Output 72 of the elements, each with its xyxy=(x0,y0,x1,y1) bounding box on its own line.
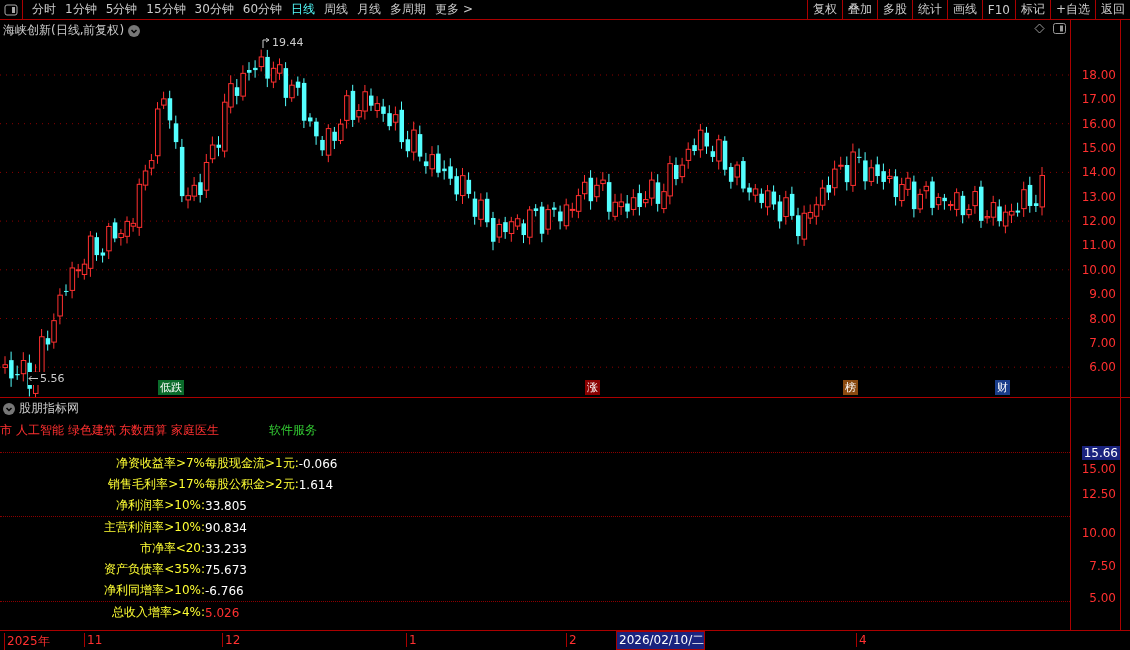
period-tab[interactable]: 日线 xyxy=(291,1,316,18)
indicator-title: 股朋指标网 xyxy=(19,400,79,417)
value-label: 12.50 xyxy=(1081,487,1116,501)
period-tab[interactable]: 多周期 xyxy=(390,1,427,18)
price-label: 18.00 xyxy=(1081,68,1116,82)
indicator-label: 市净率<20: xyxy=(138,540,205,557)
period-tab[interactable]: 30分钟 xyxy=(194,1,234,18)
signal-tag: 榜 xyxy=(843,380,858,395)
indicator-label: 资产负债率<35%: xyxy=(103,561,205,578)
panel-toggle-icon[interactable] xyxy=(1053,23,1066,34)
price-label: 9.00 xyxy=(1089,287,1116,302)
price-label: 15.00 xyxy=(1081,141,1116,156)
indicator-label: 净资收益率>7% xyxy=(114,455,205,472)
arrow-icon xyxy=(28,375,38,382)
date-label: 11 xyxy=(84,633,103,647)
indicator-value: 33.233 xyxy=(205,541,247,556)
price-label: 12.00 xyxy=(1081,214,1116,229)
indicator-value: 75.673 xyxy=(205,562,247,577)
value-label: 15.00 xyxy=(1081,462,1116,476)
indicator-value: 1.614 xyxy=(298,477,334,492)
price-label: 14.00 xyxy=(1081,165,1116,180)
period-tab[interactable]: 分时 xyxy=(32,1,56,18)
concept-tags: 市 人工智能 绿色建筑 东数西算 家庭医生 xyxy=(0,422,220,439)
value-label: 10.00 xyxy=(1081,526,1116,540)
price-label: 10.00 xyxy=(1081,262,1116,277)
indicator-label: 净利润率>10%: xyxy=(115,497,205,514)
industry-label: 软件服务 xyxy=(269,422,318,439)
signal-tag: 涨 xyxy=(585,380,600,395)
date-label: 1 xyxy=(406,633,417,647)
date-label: 2025年 xyxy=(4,633,50,650)
indicator-value: -0.066 xyxy=(298,456,338,471)
date-label: 4 xyxy=(856,633,867,647)
chart-title: 海峡创新(日线,前复权) xyxy=(3,22,125,39)
indicator-label: 每股公积金>2元: xyxy=(205,476,299,493)
indicator-value: -6.766 xyxy=(205,583,244,598)
indicator-value: 5.026 xyxy=(205,605,240,620)
indicator-label: 每股现金流>1元: xyxy=(205,455,299,472)
date-label: 2 xyxy=(566,633,577,647)
indicator-label: 主营利润率>10%: xyxy=(103,519,205,536)
indicator-label: 总收入增率>4%: xyxy=(110,604,205,621)
date-label: 12 xyxy=(222,633,241,647)
chevron-down-icon[interactable] xyxy=(128,24,141,37)
signal-tag: 财 xyxy=(995,380,1010,395)
period-tab[interactable]: 60分钟 xyxy=(242,1,283,18)
low-price-label: 5.56 xyxy=(40,372,65,385)
panel-toggle-icon[interactable] xyxy=(4,3,18,16)
indicator-label: 净利同增率>10%: xyxy=(103,582,205,599)
value-label: 15.66 xyxy=(1081,446,1120,460)
price-label: 11.00 xyxy=(1081,238,1116,253)
period-tab[interactable]: 更多 > xyxy=(435,1,473,18)
period-tab[interactable]: 月线 xyxy=(357,1,382,18)
price-label: 17.00 xyxy=(1081,92,1116,107)
period-tab[interactable]: 1分钟 xyxy=(65,1,97,18)
chevron-down-icon[interactable] xyxy=(3,402,15,415)
high-price-label: 19.44 xyxy=(272,36,304,49)
indicator-value: 33.805 xyxy=(205,498,247,513)
price-label: 16.00 xyxy=(1081,116,1116,131)
period-tab[interactable]: 周线 xyxy=(324,1,349,18)
price-label: 8.00 xyxy=(1089,311,1116,326)
price-label: 7.00 xyxy=(1089,335,1116,350)
indicator-value: 90.834 xyxy=(205,520,247,535)
date-label: 2026/02/10/二 xyxy=(616,631,706,650)
arrow-icon xyxy=(262,37,270,48)
diamond-icon[interactable] xyxy=(1034,23,1045,34)
value-label: 5.00 xyxy=(1089,591,1116,605)
period-tab[interactable]: 15分钟 xyxy=(146,1,186,18)
value-label: 7.50 xyxy=(1089,559,1116,573)
price-label: 6.00 xyxy=(1089,360,1116,375)
price-label: 13.00 xyxy=(1081,189,1116,204)
indicator-label: 销售毛利率>17% xyxy=(107,476,205,493)
period-tab[interactable]: 5分钟 xyxy=(105,1,138,18)
signal-tag: 低跌 xyxy=(158,380,184,395)
